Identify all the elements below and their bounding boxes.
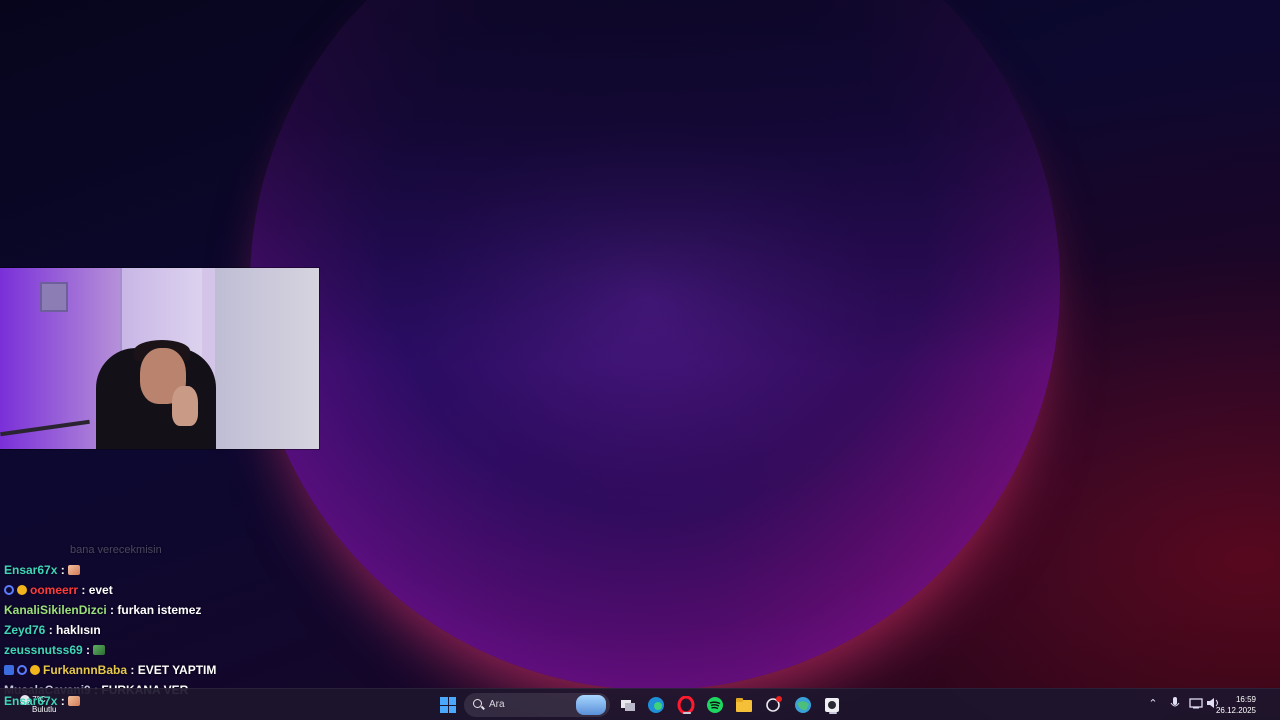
spotify-button[interactable] <box>705 695 725 715</box>
obs-icon <box>825 698 839 712</box>
chat-username: Zeyd76 <box>4 623 46 637</box>
webcam-overlay <box>0 267 320 450</box>
task-view-button[interactable] <box>618 695 638 715</box>
webcam-mic-arm <box>0 419 90 437</box>
tray-overflow-button[interactable]: ⌃ <box>1146 697 1160 711</box>
file-explorer-button[interactable] <box>734 695 754 715</box>
taskbar-search[interactable]: Ara <box>464 693 610 717</box>
windows-logo-icon <box>440 697 456 713</box>
webcam-streamer-hand <box>172 386 198 426</box>
chat-separator: : <box>57 694 69 708</box>
chat-message: zeussnutss69 : <box>4 640 304 660</box>
blue-badge-icon <box>4 665 14 675</box>
chevron-up-icon: ⌃ <box>1148 698 1158 710</box>
chat-separator: : <box>57 563 69 577</box>
browser-icon <box>795 697 811 713</box>
gold-badge-icon <box>30 665 40 675</box>
file-explorer-icon <box>736 698 752 712</box>
search-icon <box>473 699 482 708</box>
task-view-icon <box>621 700 635 711</box>
network-button[interactable] <box>1189 697 1203 711</box>
spotify-icon <box>707 697 723 713</box>
active-indicator <box>683 712 691 714</box>
chat-username: Ensar67x <box>4 694 58 708</box>
chat-message: Zeyd76 : haklısın <box>4 620 304 640</box>
chat-separator: : <box>127 663 138 677</box>
chat-separator: : <box>106 603 118 617</box>
clock-date: 26.12.2025 <box>1215 706 1256 715</box>
hand-emote-icon <box>68 565 81 575</box>
obs-button[interactable] <box>822 695 842 715</box>
chatgpt-icon <box>766 696 782 712</box>
chat-separator: : <box>78 583 89 597</box>
chat-username: zeussnutss69 <box>4 643 83 657</box>
network-icon <box>1189 698 1203 709</box>
chat-message: KanaliSikilenDizci : furkan istemez <box>4 600 304 620</box>
browser-button[interactable] <box>793 695 813 715</box>
search-placeholder: Ara <box>489 699 505 710</box>
desktop: bana verecekmisin Ensar67x : oomeerr : e… <box>0 0 1280 720</box>
chat-message: FurkannnBaba : EVET YAPTIM <box>4 660 304 680</box>
chat-text: haklısın <box>56 623 101 637</box>
chat-message: Ensar67x : <box>4 560 304 580</box>
chatgpt-button[interactable] <box>763 695 783 715</box>
edge-button[interactable] <box>646 695 666 715</box>
chat-message-overlap: Ensar67x : <box>4 691 81 711</box>
ring-badge-icon <box>17 665 27 675</box>
chat-message: oomeerr : evet <box>4 580 304 600</box>
webcam-wall <box>215 268 319 449</box>
edge-icon <box>648 697 664 713</box>
chat-text: evet <box>88 583 113 597</box>
chat-username: KanaliSikilenDizci <box>4 603 107 617</box>
frog-emote-icon <box>93 645 106 655</box>
microphone-icon <box>1170 697 1180 707</box>
hand-emote-icon <box>68 696 81 706</box>
chat-username: FurkannnBaba <box>43 663 128 677</box>
chat-text: furkan istemez <box>117 603 202 617</box>
chat-faded-line: bana verecekmisin <box>70 544 162 556</box>
clock-time: 16:59 <box>1235 695 1256 704</box>
gold-badge-icon <box>17 585 27 595</box>
active-indicator <box>829 712 837 714</box>
chat-overlay: bana verecekmisin Ensar67x : oomeerr : e… <box>4 540 304 700</box>
microphone-button[interactable] <box>1168 697 1182 711</box>
wallpaper-glow <box>250 0 1060 690</box>
webcam-wall-art <box>40 282 68 312</box>
chat-username: oomeerr <box>30 583 79 597</box>
chat-separator: : <box>82 643 94 657</box>
ring-badge-icon <box>4 585 14 595</box>
taskbar-clock[interactable]: 16:59 26.12.2025 <box>1216 694 1256 716</box>
search-highlight-icon <box>576 695 606 715</box>
chat-username: Ensar67x <box>4 563 58 577</box>
taskbar: 7°C Bulutlu Ensar67x : Ara ⌃ 16:59 26.12… <box>0 688 1280 720</box>
start-button[interactable] <box>438 695 458 715</box>
chat-separator: : <box>45 623 57 637</box>
chat-text: EVET YAPTIM <box>137 663 217 677</box>
opera-button[interactable] <box>676 695 696 715</box>
